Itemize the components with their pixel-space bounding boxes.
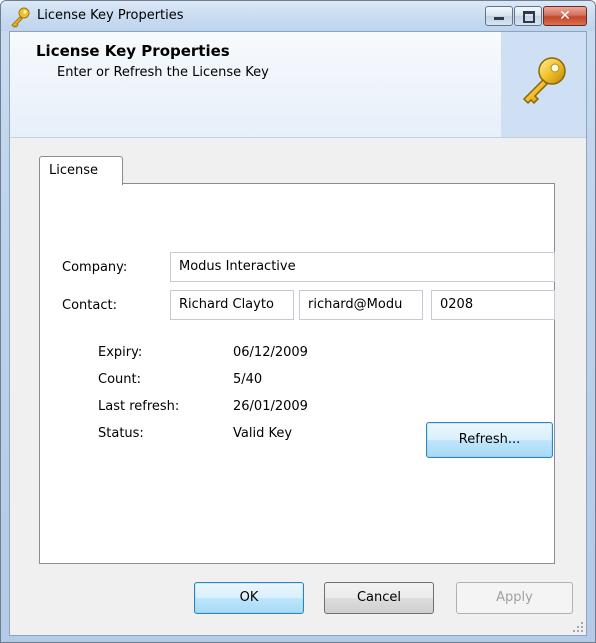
expiry-value: 06/12/2009 xyxy=(233,345,308,360)
status-label: Status: xyxy=(98,426,144,441)
last-refresh-value: 26/01/2009 xyxy=(233,399,308,414)
contact-label: Contact: xyxy=(62,298,117,313)
contact-phone-field[interactable]: 0208 xyxy=(431,290,555,320)
company-field[interactable]: Modus Interactive xyxy=(170,252,555,282)
header-icon-panel xyxy=(501,32,586,137)
cancel-button[interactable]: Cancel xyxy=(324,582,434,614)
license-tab-panel: Company: Modus Interactive Contact: Rich… xyxy=(39,183,555,564)
maximize-icon xyxy=(523,11,535,23)
status-value: Valid Key xyxy=(233,426,293,441)
minimize-button[interactable] xyxy=(485,6,513,26)
contact-email-field[interactable]: richard@Modu xyxy=(299,290,423,320)
ok-button[interactable]: OK xyxy=(194,582,304,614)
apply-button[interactable]: Apply xyxy=(456,582,573,614)
key-icon xyxy=(522,57,566,105)
dialog-client-area: License Key Properties Enter or Refresh … xyxy=(9,31,587,636)
close-button[interactable]: ✕ xyxy=(543,6,587,26)
title-bar[interactable]: License Key Properties ✕ xyxy=(1,1,595,31)
count-label: Count: xyxy=(98,372,141,387)
resize-grip-icon[interactable] xyxy=(572,621,584,633)
key-icon xyxy=(11,7,30,28)
expiry-label: Expiry: xyxy=(98,345,143,360)
wizard-header: License Key Properties Enter or Refresh … xyxy=(10,32,586,138)
tab-license-label: License xyxy=(49,163,99,178)
header-subtitle: Enter or Refresh the License Key xyxy=(57,65,269,80)
tab-license[interactable]: License xyxy=(39,156,123,185)
maximize-button[interactable] xyxy=(514,6,542,26)
count-value: 5/40 xyxy=(233,372,263,387)
company-label: Company: xyxy=(62,260,128,275)
minimize-icon xyxy=(494,17,504,20)
refresh-button[interactable]: Refresh... xyxy=(426,422,553,458)
contact-name-field[interactable]: Richard Clayto xyxy=(170,290,294,320)
license-key-properties-window: License Key Properties ✕ License Key Pro… xyxy=(0,0,596,643)
last-refresh-label: Last refresh: xyxy=(98,399,180,414)
close-icon: ✕ xyxy=(559,8,571,24)
window-title: License Key Properties xyxy=(37,8,184,23)
caption-buttons: ✕ xyxy=(484,6,587,26)
header-title: License Key Properties xyxy=(36,42,230,60)
